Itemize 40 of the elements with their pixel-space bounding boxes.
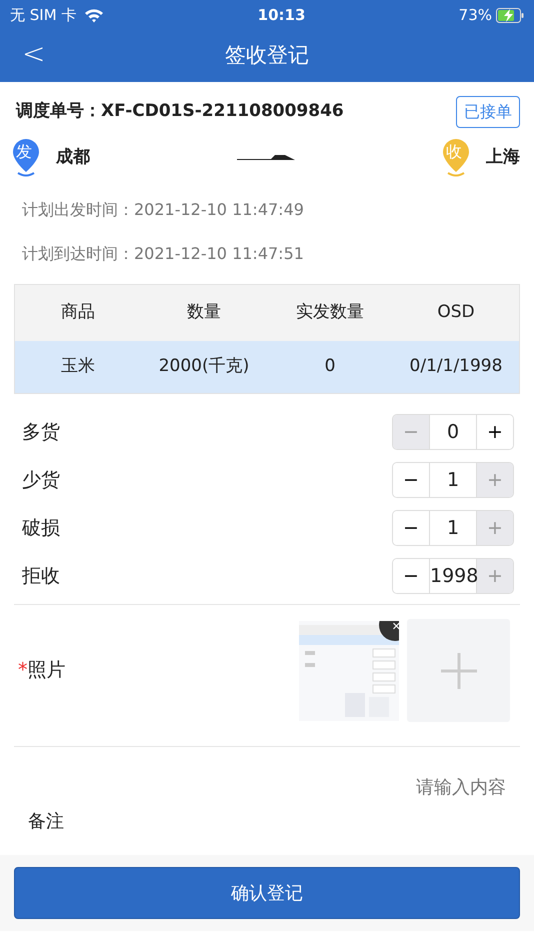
submit-button[interactable]: 确认登记: [14, 867, 520, 919]
add-photo-button[interactable]: [407, 619, 510, 722]
column-header: 实发数量: [295, 301, 365, 324]
table-cell-text: 玉米: [60, 355, 96, 378]
status-tag: 已接单: [456, 96, 520, 128]
location-pin-icon: [442, 138, 470, 178]
table-cell-text: 2000(千克): [158, 355, 250, 378]
counter-label: 多货: [22, 420, 60, 445]
stepper[interactable]: − 0 +: [392, 414, 514, 450]
column-header: 数量: [186, 301, 222, 324]
origin-city: 成都: [56, 146, 90, 170]
stepper[interactable]: − 1 +: [392, 510, 514, 546]
table-cell-text: 0: [324, 355, 336, 378]
plus-icon: [438, 650, 478, 690]
schedule-time: 计划到达时间：2021-12-10 11:47:51: [22, 243, 305, 265]
location-pin-icon: [12, 138, 40, 178]
remark-label: 备注: [28, 810, 65, 834]
clock: 10:13: [258, 4, 306, 26]
carrier-label: 无 SIM 卡: [10, 4, 76, 26]
stepper[interactable]: − 1 +: [392, 462, 514, 498]
pin-label: 收: [446, 141, 462, 163]
schedule-time: 计划出发时间：2021-12-10 11:47:49: [22, 199, 305, 221]
column-header: 商品: [60, 301, 96, 324]
wifi-icon: [84, 8, 104, 22]
counter-label: 破损: [22, 516, 60, 541]
route-arrow-icon: [237, 155, 295, 161]
back-button[interactable]: <: [14, 38, 54, 70]
photo-label: *照片: [18, 658, 66, 684]
remark-field[interactable]: 请输入内容: [28, 773, 508, 802]
column-header: OSD: [436, 301, 476, 324]
battery-icon: [496, 8, 524, 22]
destination-city: 上海: [486, 146, 520, 170]
stepper[interactable]: − 1998 +: [392, 558, 514, 594]
battery-percent: 73%: [458, 4, 492, 26]
pin-label: 发: [16, 141, 32, 163]
page-title: 签收登记: [225, 42, 309, 70]
counter-label: 少货: [22, 468, 60, 493]
counter-label: 拒收: [22, 564, 60, 589]
table-cell-text: 0/1/1/1998: [408, 355, 504, 378]
order-number: 调度单号：XF-CD01S-221108009846: [16, 100, 344, 124]
